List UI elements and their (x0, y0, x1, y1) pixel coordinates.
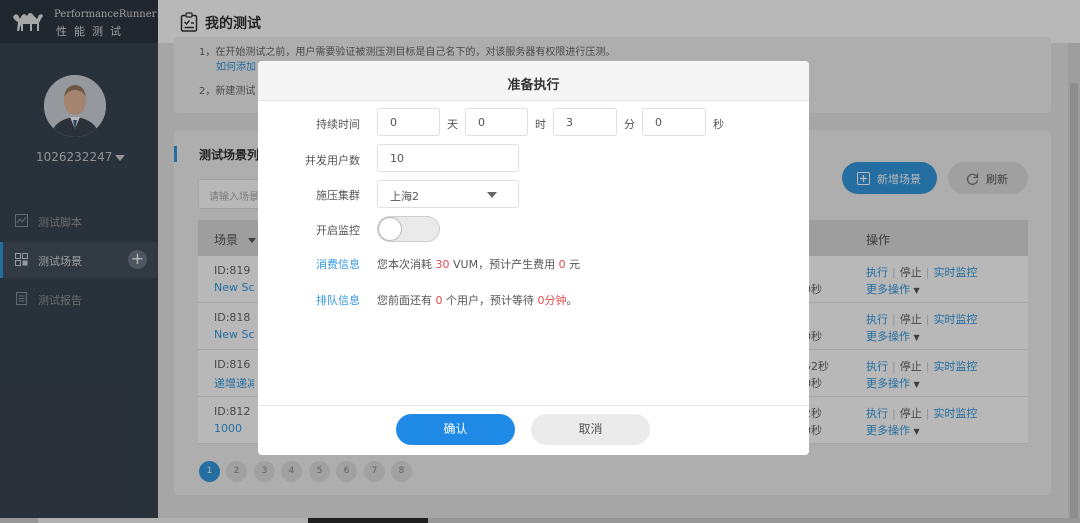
duration-label: 持续时间 (316, 118, 360, 131)
cluster-label: 施压集群 (316, 189, 360, 202)
dialog-title: 准备执行 (507, 78, 560, 93)
users-label: 并发用户数 (305, 154, 360, 167)
queue-wait-value: 0分钟 (537, 294, 567, 307)
users-input[interactable]: 10 (377, 144, 519, 172)
queue-info-text: 您前面还有 0 个用户，预计等待 0分钟。 (377, 292, 578, 308)
queue-post: 。 (566, 294, 578, 307)
queue-mid: 个用户，预计等待 (442, 294, 538, 307)
monitor-toggle[interactable] (377, 216, 440, 242)
cost-vum-value: 30 (435, 258, 450, 271)
minutes-unit: 分 (624, 118, 635, 131)
cost-post: 元 (565, 258, 581, 271)
queue-pre: 您前面还有 (377, 294, 436, 307)
queue-count-value: 0 (435, 294, 443, 307)
hours-unit: 时 (535, 118, 546, 131)
days-unit: 天 (447, 118, 458, 131)
cluster-select[interactable]: 上海2 (377, 180, 519, 208)
cost-pre: 您本次消耗 (377, 258, 436, 271)
execute-dialog: 准备执行 持续时间 0 天 0 时 3 分 0 秒 并发用户数 10 施压集群 … (258, 61, 809, 455)
cost-fee-value: 0 (558, 258, 566, 271)
queue-info-label: 排队信息 (316, 294, 360, 307)
hours-input[interactable]: 0 (465, 108, 528, 136)
toggle-knob (378, 217, 402, 241)
days-input[interactable]: 0 (377, 108, 440, 136)
seconds-unit: 秒 (713, 118, 724, 131)
confirm-button[interactable]: 确认 (396, 414, 515, 445)
cluster-value: 上海2 (390, 190, 419, 203)
cost-info-label: 消费信息 (316, 258, 360, 271)
monitor-label: 开启监控 (316, 224, 360, 237)
cost-info-text: 您本次消耗 30 VUM，预计产生费用 0 元 (377, 256, 580, 272)
seconds-input[interactable]: 0 (642, 108, 706, 136)
cancel-button[interactable]: 取消 (531, 414, 650, 445)
dialog-footer-divider (258, 405, 809, 406)
dialog-header: 准备执行 (258, 61, 809, 101)
minutes-input[interactable]: 3 (553, 108, 617, 136)
cost-mid: VUM，预计产生费用 (449, 258, 559, 271)
caret-down-icon (487, 192, 497, 198)
